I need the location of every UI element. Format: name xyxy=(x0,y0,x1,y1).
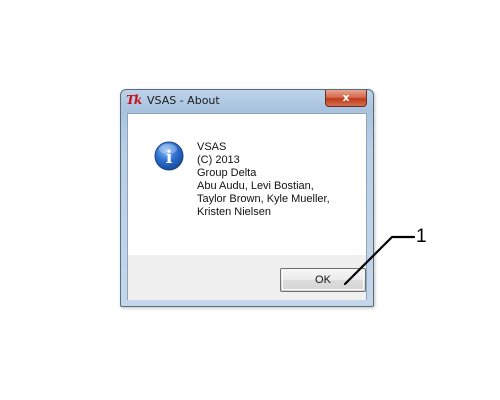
screenshot-stage: Tk VSAS - About x i VSAS (C) 2013 Group … xyxy=(0,0,500,400)
title-bar[interactable]: Tk VSAS - About x xyxy=(121,90,373,112)
window-title: VSAS - About xyxy=(147,94,220,107)
tk-feather-icon: Tk xyxy=(126,93,142,107)
about-message: VSAS (C) 2013 Group Delta Abu Audu, Levi… xyxy=(197,141,330,219)
message-line-copyright: (C) 2013 xyxy=(197,154,240,166)
dialog-client-area: i VSAS (C) 2013 Group Delta Abu Audu, Le… xyxy=(127,113,367,300)
message-line-authors-3: Kristen Nielsen xyxy=(197,206,271,218)
about-dialog-window: Tk VSAS - About x i VSAS (C) 2013 Group … xyxy=(120,89,374,307)
message-line-authors-1: Abu Audu, Levi Bostian, xyxy=(197,180,314,192)
callout-label: 1 xyxy=(416,226,427,247)
information-icon: i xyxy=(154,141,184,171)
close-button[interactable]: x xyxy=(325,90,367,107)
message-line-group: Group Delta xyxy=(197,167,257,179)
close-x-icon: x xyxy=(342,91,350,104)
button-strip: OK xyxy=(128,255,366,300)
ok-button[interactable]: OK xyxy=(280,268,366,292)
message-line-app-name: VSAS xyxy=(197,141,227,153)
info-glyph: i xyxy=(166,147,173,168)
message-line-authors-2: Taylor Brown, Kyle Mueller, xyxy=(197,193,330,205)
